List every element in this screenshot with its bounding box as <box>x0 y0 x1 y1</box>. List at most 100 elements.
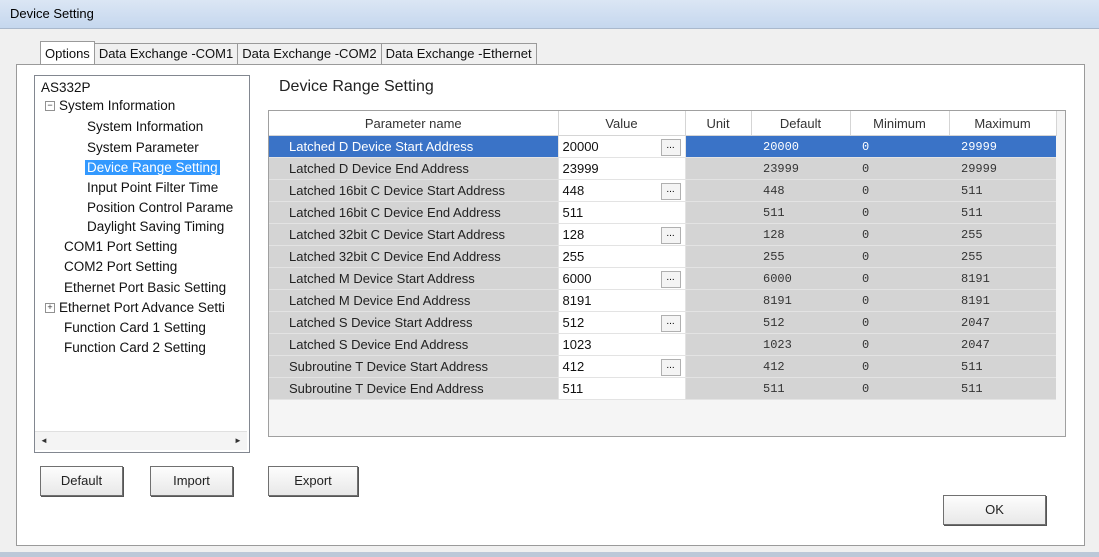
page-title: Device Range Setting <box>279 78 434 95</box>
maximum-cell: 511 <box>949 377 1056 400</box>
ellipsis-button[interactable]: ... <box>660 359 681 376</box>
parameter-name-cell: Latched D Device Start Address <box>269 135 558 158</box>
value-cell[interactable]: 512... <box>557 311 686 334</box>
column-header-default[interactable]: Default <box>751 111 851 136</box>
tree-item-input-point-filter-time[interactable]: Input Point Filter Time <box>87 179 218 197</box>
maximum-cell: 2047 <box>949 311 1056 334</box>
default-cell: 511 <box>751 377 850 400</box>
table-row[interactable]: Latched M Device End Address 8191 8191 0 819… <box>269 289 1056 312</box>
table-row[interactable]: Latched 16bit C Device End Address 511 511… <box>269 201 1056 224</box>
minimum-cell: 0 <box>850 245 949 268</box>
default-cell: 512 <box>751 311 850 334</box>
table-row[interactable]: Latched 32bit C Device End Address 255 255… <box>269 245 1056 268</box>
maximum-cell: 255 <box>949 245 1056 268</box>
column-header-value[interactable]: Value <box>558 111 686 136</box>
ellipsis-button[interactable]: ... <box>660 315 681 332</box>
import-button[interactable]: Import <box>150 466 233 496</box>
table-row[interactable]: Latched M Device Start Address 6000... 600… <box>269 267 1056 290</box>
scroll-left-icon[interactable]: ◄ <box>38 435 50 447</box>
scroll-right-icon[interactable]: ► <box>232 435 244 447</box>
tree-item-ethernet-port-advance-setting[interactable]: + Ethernet Port Advance Setti <box>45 299 225 317</box>
minimum-cell: 0 <box>850 179 949 202</box>
tab-strip: Options Data Exchange -COM1 Data Exchang… <box>40 41 537 65</box>
value-cell[interactable]: 6000... <box>557 267 686 290</box>
window-title: Device Setting <box>10 6 94 21</box>
value-cell[interactable]: 511 <box>557 377 686 400</box>
export-button[interactable]: Export <box>268 466 358 496</box>
table-row[interactable]: Latched D Device End Address 23999 23999 0 2… <box>269 157 1056 180</box>
tree-item-function-card-2-setting[interactable]: Function Card 2 Setting <box>64 339 206 357</box>
default-button[interactable]: Default <box>40 466 123 496</box>
minimum-cell: 0 <box>850 135 949 158</box>
minimum-cell: 0 <box>850 157 949 180</box>
ellipsis-button[interactable]: ... <box>660 183 681 200</box>
maximum-cell: 2047 <box>949 333 1056 356</box>
column-header-parameter-name[interactable]: Parameter name <box>269 111 559 136</box>
tab-data-exchange-com1[interactable]: Data Exchange -COM1 <box>93 43 239 64</box>
tree-item-daylight-saving-timing[interactable]: Daylight Saving Timing <box>87 218 224 236</box>
default-cell: 23999 <box>751 157 850 180</box>
value-cell[interactable]: 20000... <box>557 135 686 158</box>
column-header-minimum[interactable]: Minimum <box>850 111 950 136</box>
table-row[interactable]: Latched D Device Start Address 20000... 20… <box>269 135 1056 158</box>
column-header-maximum[interactable]: Maximum <box>949 111 1057 136</box>
minimum-cell: 0 <box>850 311 949 334</box>
window-bottom-edge <box>0 552 1099 557</box>
maximum-cell: 29999 <box>949 157 1056 180</box>
table-header-row: Parameter name Value Unit Default Minimu… <box>269 111 1057 136</box>
maximum-cell: 255 <box>949 223 1056 246</box>
default-cell: 128 <box>751 223 850 246</box>
unit-cell <box>685 157 751 180</box>
minimum-cell: 0 <box>850 267 949 290</box>
default-cell: 6000 <box>751 267 850 290</box>
table-row[interactable]: Latched S Device Start Address 512... 512 0… <box>269 311 1056 334</box>
tree-root[interactable]: AS332P <box>41 79 91 97</box>
collapse-icon[interactable]: − <box>45 101 55 112</box>
table-row[interactable]: Latched S Device End Address 1023 1023 0 204… <box>269 333 1056 356</box>
tree-item-function-card-1-setting[interactable]: Function Card 1 Setting <box>64 319 206 337</box>
maximum-cell: 8191 <box>949 289 1056 312</box>
device-setting-window: Device Setting Options Data Exchange -CO… <box>0 0 1099 557</box>
tree-horizontal-scrollbar[interactable]: ◄ ► <box>35 431 247 450</box>
minimum-cell: 0 <box>850 201 949 224</box>
default-cell: 8191 <box>751 289 850 312</box>
value-cell[interactable]: 1023 <box>557 333 686 356</box>
value-cell[interactable]: 23999 <box>557 157 686 180</box>
parameter-name-cell: Latched 16bit C Device End Address <box>269 201 558 224</box>
value-cell[interactable]: 448... <box>557 179 686 202</box>
tree-item-com2-port-setting[interactable]: COM2 Port Setting <box>64 258 177 276</box>
column-header-unit[interactable]: Unit <box>685 111 752 136</box>
tree-item-position-control-parameter[interactable]: Position Control Parame <box>87 199 233 217</box>
tree-item-ethernet-port-basic-setting[interactable]: Ethernet Port Basic Setting <box>64 279 226 297</box>
value-cell[interactable]: 255 <box>557 245 686 268</box>
settings-tree[interactable]: AS332P − System Information System Inform… <box>34 75 250 453</box>
tree-item-system-parameter[interactable]: System Parameter <box>87 139 199 157</box>
table-row[interactable]: Latched 32bit C Device Start Address 128.… <box>269 223 1056 246</box>
tree-item-device-range-setting[interactable]: Device Range Setting <box>85 159 220 177</box>
minimum-cell: 0 <box>850 333 949 356</box>
table-row[interactable]: Latched 16bit C Device Start Address 448.… <box>269 179 1056 202</box>
tab-data-exchange-com2[interactable]: Data Exchange -COM2 <box>237 43 382 64</box>
tree-item-com1-port-setting[interactable]: COM1 Port Setting <box>64 238 177 256</box>
parameter-name-cell: Latched 16bit C Device Start Address <box>269 179 558 202</box>
ellipsis-button[interactable]: ... <box>660 271 681 288</box>
ellipsis-button[interactable]: ... <box>660 139 681 156</box>
tab-data-exchange-ethernet[interactable]: Data Exchange -Ethernet <box>380 43 537 64</box>
ok-button[interactable]: OK <box>943 495 1046 525</box>
maximum-cell: 29999 <box>949 135 1056 158</box>
ellipsis-button[interactable]: ... <box>660 227 681 244</box>
table-row[interactable]: Subroutine T Device End Address 511 511 0 51… <box>269 377 1056 400</box>
tab-options[interactable]: Options <box>40 41 95 64</box>
value-cell[interactable]: 511 <box>557 201 686 224</box>
minimum-cell: 0 <box>850 289 949 312</box>
value-cell[interactable]: 128... <box>557 223 686 246</box>
tree-item-system-information-group[interactable]: − System Information <box>45 97 175 115</box>
unit-cell <box>685 179 751 202</box>
unit-cell <box>685 355 751 378</box>
value-cell[interactable]: 8191 <box>557 289 686 312</box>
value-cell[interactable]: 412... <box>557 355 686 378</box>
table-row[interactable]: Subroutine T Device Start Address 412... 4… <box>269 355 1056 378</box>
expand-icon[interactable]: + <box>45 303 55 314</box>
title-bar[interactable]: Device Setting <box>0 0 1099 29</box>
tree-item-system-information[interactable]: System Information <box>87 118 203 136</box>
